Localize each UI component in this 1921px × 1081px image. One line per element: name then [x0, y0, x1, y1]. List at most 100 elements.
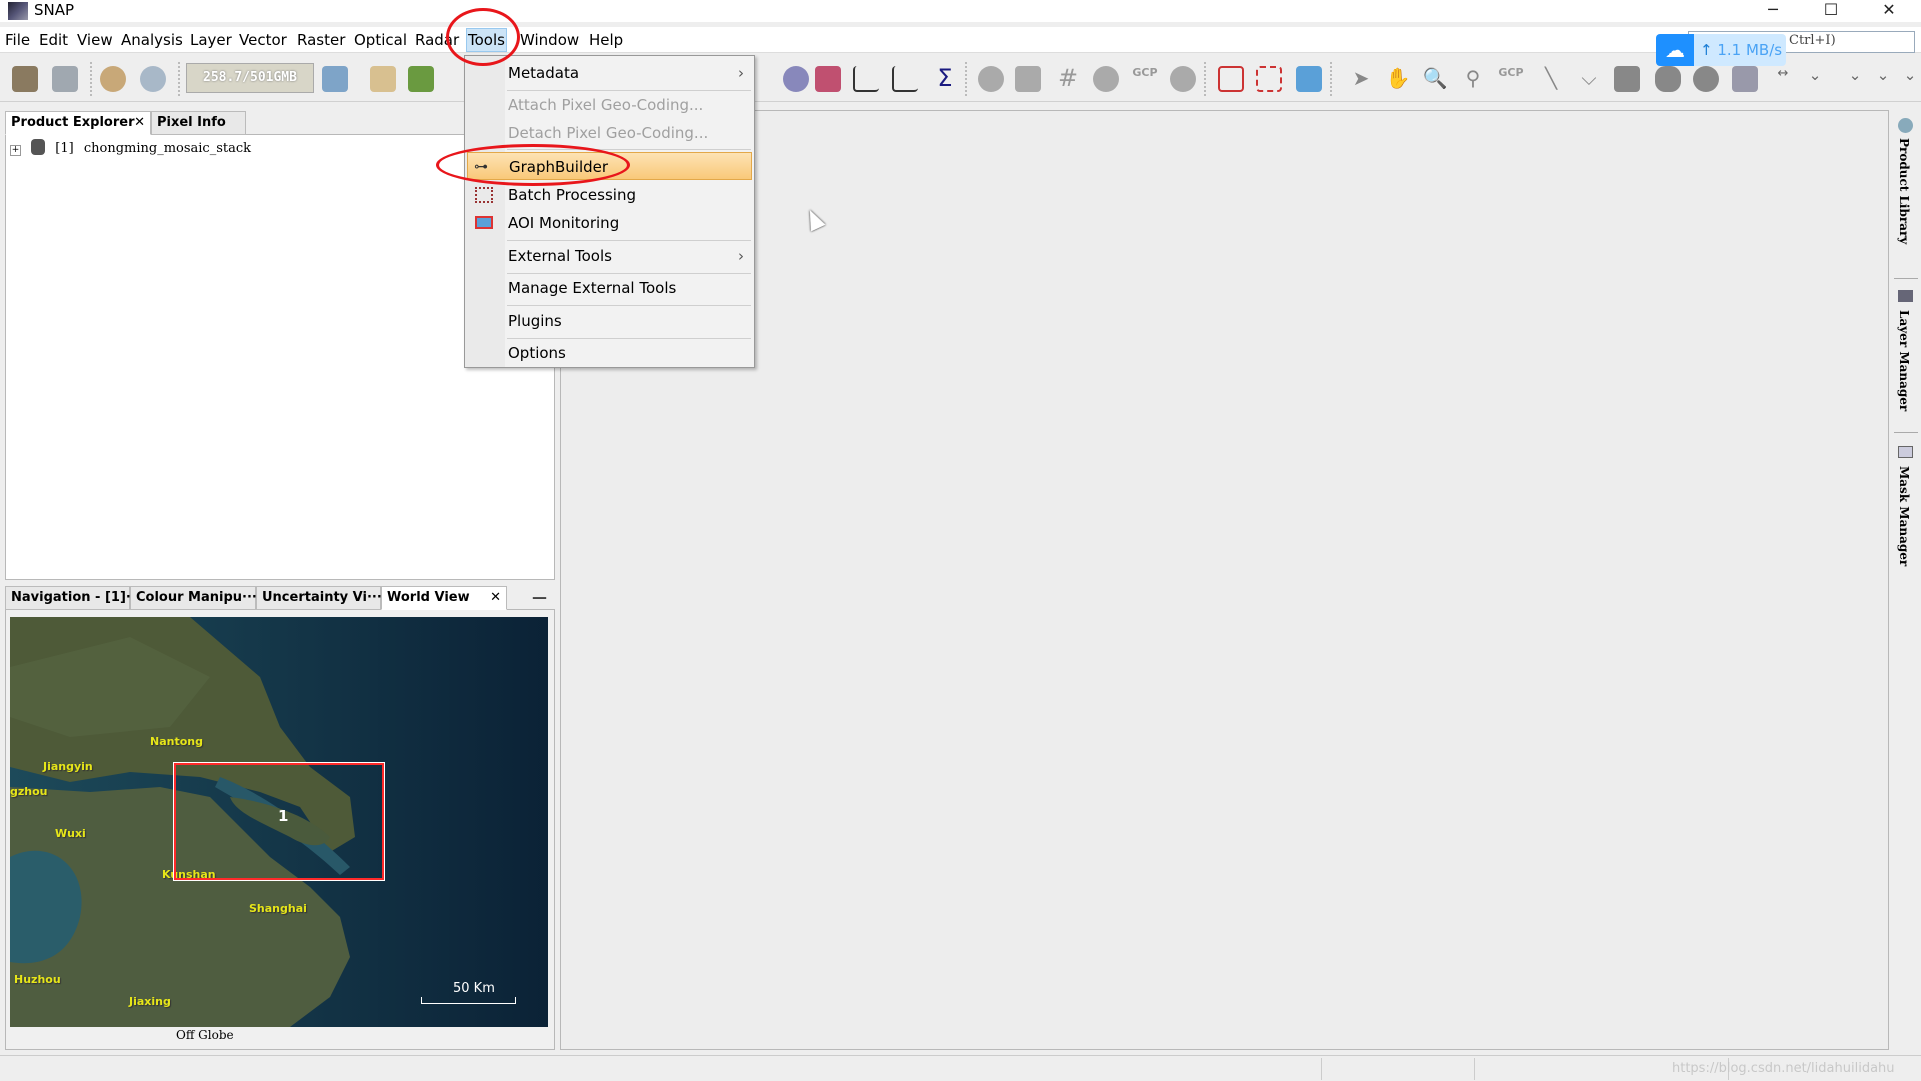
chevron-down-icon[interactable]: ⌄ — [1842, 66, 1868, 92]
save-product-icon[interactable] — [52, 66, 78, 92]
map-label-jiaxing: Jiaxing — [129, 995, 171, 1008]
tab-label: Product Explorer — [11, 115, 135, 130]
map-label-wuxi: Wuxi — [55, 827, 86, 840]
menu-item-metadata[interactable]: Metadata › — [467, 59, 752, 87]
menu-item-aoi-monitoring[interactable]: AOI Monitoring — [467, 209, 752, 237]
tab-pixel-info[interactable]: Pixel Info — [151, 111, 246, 135]
right-sidebar: Product Library Layer Manager Mask Manag… — [1890, 108, 1921, 1053]
undo-icon[interactable] — [100, 66, 126, 92]
menu-bar: File Edit View Analysis Layer Vector Ras… — [0, 27, 1921, 53]
product-tree-item[interactable]: + [1] chongming_mosaic_stack — [10, 139, 251, 156]
upload-arrow-icon: ↑ — [1700, 41, 1713, 59]
aoi-toolbar-icon[interactable] — [1296, 66, 1322, 92]
menu-optical[interactable]: Optical — [354, 31, 407, 49]
rectangle-tool-icon[interactable] — [1614, 66, 1640, 92]
tab-product-explorer[interactable]: Product Explorer ✕ — [5, 111, 151, 135]
gcp-tool-icon[interactable]: GCP — [1498, 66, 1524, 92]
title-bar: SNAP ─ ☐ ✕ — [0, 0, 1921, 22]
maximize-button[interactable]: ☐ — [1808, 0, 1854, 22]
pin-tool-icon[interactable]: ⚲ — [1460, 66, 1486, 92]
export-icon[interactable] — [408, 66, 434, 92]
menu-file[interactable]: File — [5, 31, 30, 49]
line-tool-icon[interactable]: ╲ — [1538, 66, 1564, 92]
menu-raster[interactable]: Raster — [297, 31, 345, 49]
minimize-panel-button[interactable]: — — [532, 588, 547, 606]
menu-item-plugins[interactable]: Plugins — [467, 307, 752, 335]
chevron-down-icon[interactable]: ⌄ — [1870, 66, 1896, 92]
menu-item-detach-pixel-geocoding: Detach Pixel Geo-Coding... — [508, 124, 709, 142]
menu-item-external-tools[interactable]: External Tools › — [467, 242, 752, 270]
product-library-icon — [1898, 118, 1913, 133]
tab-world-view[interactable]: World View ✕ — [381, 586, 507, 610]
range-finder-icon[interactable]: ↔ — [1770, 66, 1796, 92]
session-icon[interactable] — [322, 66, 348, 92]
close-button[interactable]: ✕ — [1866, 0, 1912, 22]
sidebar-mask-manager[interactable]: Mask Manager — [1897, 466, 1911, 566]
scale-bar — [421, 997, 516, 1004]
graticule-icon: # — [1057, 64, 1079, 92]
scale-bar-label: 50 Km — [453, 981, 495, 996]
select-tool-icon[interactable]: ➤ — [1348, 66, 1374, 92]
import-icon[interactable] — [370, 66, 396, 92]
network-speed-widget: ☁ ↑ 1.1 MB/s — [1656, 34, 1786, 66]
sidebar-product-library[interactable]: Product Library — [1897, 138, 1911, 244]
polygon-tool-icon[interactable] — [1655, 66, 1681, 92]
sigma-icon[interactable]: Σ — [932, 66, 958, 92]
menu-analysis[interactable]: Analysis — [121, 31, 183, 49]
network-speed: 1.1 MB/s — [1717, 41, 1783, 59]
menu-window[interactable]: Window — [520, 31, 579, 49]
sidebar-layer-manager[interactable]: Layer Manager — [1897, 310, 1911, 411]
scatter-plot-icon[interactable] — [892, 66, 918, 92]
information-icon[interactable] — [783, 66, 809, 92]
minimize-button[interactable]: ─ — [1750, 0, 1796, 22]
polyline-tool-icon[interactable]: ⌵ — [1576, 66, 1602, 92]
aoi-monitoring-icon — [475, 216, 493, 229]
menu-layer[interactable]: Layer — [190, 31, 232, 49]
chevron-down-icon[interactable]: ⌄ — [1897, 66, 1921, 92]
redo-icon[interactable] — [140, 66, 166, 92]
memory-indicator[interactable]: 258.7/501GMB — [186, 63, 314, 93]
product-name: chongming_mosaic_stack — [83, 141, 252, 156]
menu-vector[interactable]: Vector — [239, 31, 287, 49]
tools-menu: Metadata › Attach Pixel Geo-Coding... Det… — [464, 55, 755, 368]
document-area — [560, 110, 1889, 1050]
magic-wand-icon[interactable] — [1732, 66, 1758, 92]
pan-tool-icon[interactable]: ✋ — [1385, 66, 1411, 92]
pin-disabled-icon — [978, 66, 1004, 92]
snap-logo-icon — [8, 2, 28, 20]
menu-item-manage-external-tools[interactable]: Manage External Tools — [467, 274, 752, 302]
ellipse-tool-icon[interactable] — [1693, 66, 1719, 92]
expand-icon[interactable]: + — [10, 145, 21, 156]
menu-help[interactable]: Help — [589, 31, 623, 49]
product-boundary-label: 1 — [278, 807, 289, 825]
menu-item-options[interactable]: Options — [467, 339, 752, 367]
pin-manager-icon — [1015, 66, 1041, 92]
statistics-icon[interactable] — [815, 66, 841, 92]
window-title: SNAP — [34, 1, 75, 19]
menu-view[interactable]: View — [77, 31, 113, 49]
close-icon[interactable]: ✕ — [134, 112, 145, 134]
batch-processing-toolbar-icon[interactable] — [1256, 66, 1282, 92]
close-icon[interactable]: ✕ — [490, 587, 501, 609]
map-label-changzhou: gzhou — [10, 785, 48, 798]
tab-colour-manipulation[interactable]: Colour Manipu··· — [130, 586, 257, 610]
submenu-arrow-icon: › — [738, 247, 744, 265]
overlay-icon — [1170, 66, 1196, 92]
open-product-icon[interactable] — [12, 66, 38, 92]
cloud-icon: ☁ — [1656, 34, 1694, 66]
annotation-ellipse-graphbuilder — [436, 144, 630, 186]
graph-builder-toolbar-icon[interactable] — [1218, 66, 1244, 92]
zoom-tool-icon[interactable]: 🔍 — [1422, 66, 1448, 92]
tab-navigation[interactable]: Navigation - [1]··· — [5, 586, 141, 610]
mask-manager-icon — [1898, 446, 1913, 458]
annotation-circle-tools — [446, 8, 520, 66]
placemark-icon — [1093, 66, 1119, 92]
world-map[interactable]: Nantong Jiangyin gzhou Wuxi Kunshan Shan… — [10, 617, 548, 1027]
tab-uncertainty-visualisation[interactable]: Uncertainty Vi··· — [256, 586, 382, 610]
chevron-down-icon[interactable]: ⌄ — [1802, 66, 1828, 92]
menu-edit[interactable]: Edit — [39, 31, 68, 49]
map-label-shanghai: Shanghai — [249, 902, 307, 915]
map-label-jiangyin: Jiangyin — [43, 760, 93, 773]
product-database-icon — [31, 139, 46, 155]
histogram-icon[interactable] — [853, 66, 879, 92]
